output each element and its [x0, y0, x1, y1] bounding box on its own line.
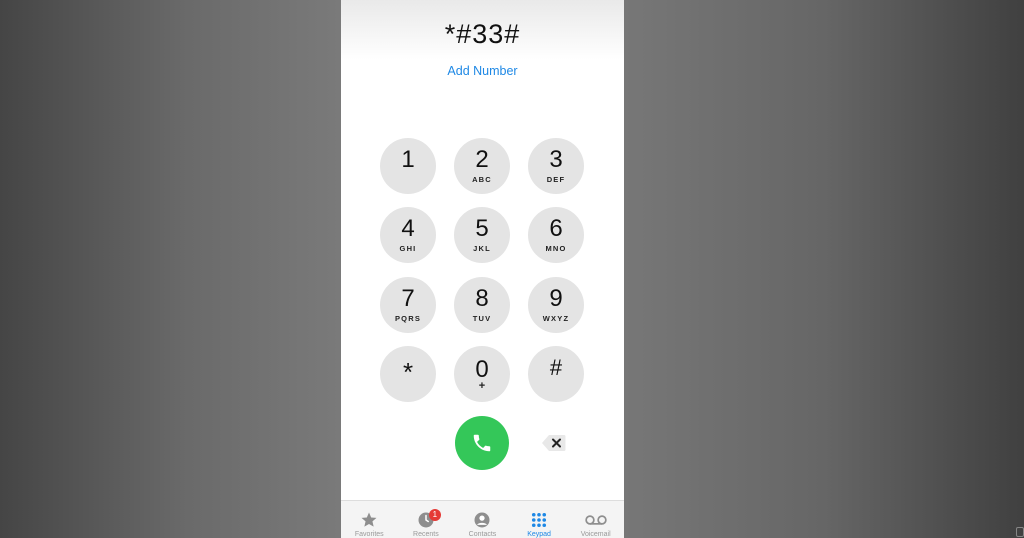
tab-favorites[interactable]: Favorites: [341, 511, 397, 538]
corner-marker: [1016, 527, 1024, 537]
key-letters: JKL: [473, 244, 491, 253]
phone-icon: [473, 434, 491, 452]
tab-recents[interactable]: 1 Recents: [398, 509, 454, 538]
key-letters: GHI: [399, 244, 417, 253]
key-letters: WXYZ: [542, 314, 570, 323]
background-left: [0, 0, 341, 538]
add-number-link[interactable]: Add Number: [341, 64, 624, 78]
key-hash[interactable]: #: [528, 346, 584, 402]
tab-label: Recents: [413, 531, 439, 538]
key-digit: 3: [549, 146, 563, 173]
backspace-icon: [542, 435, 566, 451]
key-letters: MNO: [545, 244, 567, 253]
tab-label: Contacts: [468, 531, 497, 538]
tab-keypad[interactable]: Keypad: [511, 511, 567, 538]
key-letters: +: [478, 379, 486, 392]
key-digit: #: [549, 355, 563, 380]
voicemail-icon: [584, 515, 607, 525]
tab-voicemail[interactable]: Voicemail: [568, 511, 624, 538]
tab-label: Keypad: [527, 531, 551, 538]
key-3[interactable]: 3 DEF: [528, 138, 584, 194]
key-2[interactable]: 2 ABC: [454, 138, 510, 194]
background-right: [624, 0, 1024, 538]
key-digit: 0: [475, 355, 489, 383]
key-7[interactable]: 7 PQRS: [380, 277, 436, 333]
key-1[interactable]: 1: [380, 138, 436, 194]
key-0[interactable]: 0 +: [454, 346, 510, 402]
tab-bar: Favorites 1 Recents Contacts Keypad Voic…: [341, 500, 624, 538]
key-digit: *: [402, 357, 414, 387]
tab-contacts[interactable]: Contacts: [454, 511, 510, 538]
key-digit: 1: [401, 146, 415, 173]
key-8[interactable]: 8 TUV: [454, 277, 510, 333]
tab-label: Voicemail: [580, 531, 611, 538]
keypad-icon: [532, 512, 547, 528]
phone-screen: *#33# Add Number 1 2 ABC 3 DEF 4 GHI 5 J…: [341, 0, 624, 538]
key-letters: ABC: [472, 175, 492, 184]
key-digit: 9: [549, 285, 563, 312]
key-star[interactable]: *: [380, 346, 436, 402]
star-icon: [361, 512, 377, 527]
key-6[interactable]: 6 MNO: [528, 207, 584, 263]
delete-button[interactable]: [541, 433, 567, 453]
tab-label: Favorites: [354, 531, 384, 538]
key-digit: 5: [475, 215, 489, 242]
person-icon: [474, 512, 490, 528]
key-digit: 7: [401, 285, 415, 312]
key-letters: DEF: [546, 175, 566, 184]
call-button[interactable]: [455, 416, 509, 470]
key-digit: 2: [475, 146, 489, 173]
key-5[interactable]: 5 JKL: [454, 207, 510, 263]
key-digit: 8: [475, 285, 489, 312]
key-digit: 6: [549, 215, 563, 242]
key-9[interactable]: 9 WXYZ: [528, 277, 584, 333]
key-4[interactable]: 4 GHI: [380, 207, 436, 263]
key-letters: TUV: [472, 314, 492, 323]
key-letters: PQRS: [394, 314, 422, 323]
key-digit: 4: [401, 215, 415, 242]
dialed-number-display: *#33#: [444, 19, 521, 49]
recents-badge: 1: [428, 509, 441, 521]
